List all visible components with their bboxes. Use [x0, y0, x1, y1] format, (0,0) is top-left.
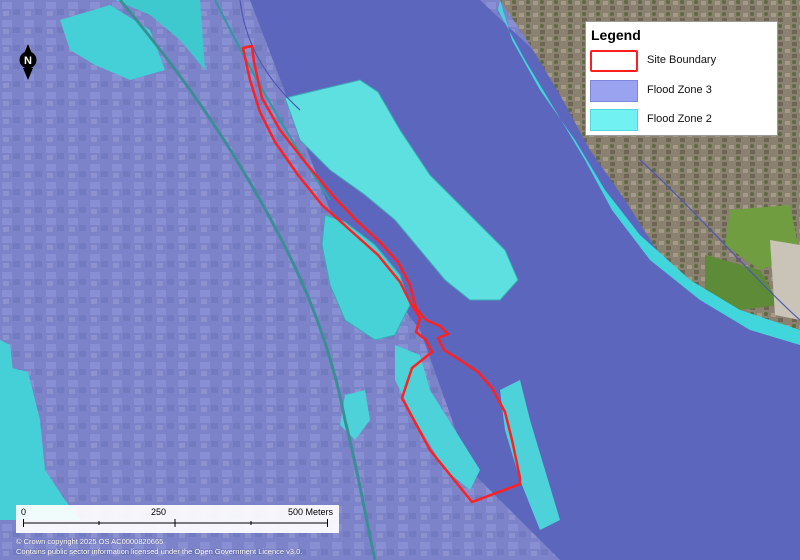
- scale-label-500: 500 Meters: [288, 507, 334, 517]
- legend-title: Legend: [591, 27, 641, 43]
- north-arrow-icon: N: [19, 44, 37, 80]
- scale-bar: 0 250 500 Meters: [16, 505, 339, 533]
- site-boundary-swatch: [590, 50, 638, 72]
- legend-label: Site Boundary: [647, 54, 717, 66]
- legend-item-site-boundary: Site Boundary: [590, 50, 774, 74]
- copyright-line-2: Contains public sector information licen…: [16, 547, 303, 556]
- flood-zone-2-swatch: [590, 109, 638, 131]
- north-letter: N: [24, 55, 32, 67]
- scale-bar-graphic: [23, 519, 328, 527]
- legend: Legend Site Boundary Flood Zone 3 Flood …: [585, 21, 778, 136]
- flood-zone-3-swatch: [590, 80, 638, 102]
- legend-item-flood-zone-2: Flood Zone 2: [590, 109, 774, 133]
- scale-label-0: 0: [21, 507, 27, 517]
- legend-item-flood-zone-3: Flood Zone 3: [590, 80, 774, 104]
- scale-label-250: 250: [151, 507, 167, 517]
- legend-label: Flood Zone 3: [647, 84, 712, 96]
- copyright-line-1: © Crown copyright 2025 OS AC0000820665: [16, 537, 164, 546]
- legend-label: Flood Zone 2: [647, 113, 712, 125]
